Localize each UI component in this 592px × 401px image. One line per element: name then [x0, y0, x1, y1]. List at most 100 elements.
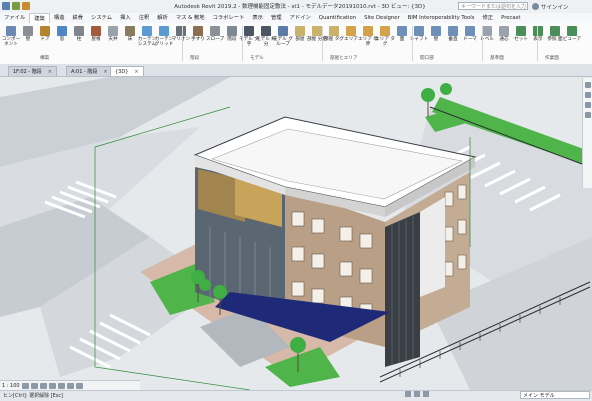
visual-style-icon[interactable]	[30, 382, 38, 389]
ribbon-panel-label: 基準面	[490, 56, 504, 61]
tool-icon	[397, 26, 407, 36]
status-text: ヒン[Ctrl]: 選択解除 [Esc]	[3, 393, 64, 399]
view-control-bar: 1 : 100	[0, 380, 140, 390]
ribbon-tab[interactable]: Site Designer	[360, 13, 404, 23]
ribbon-panel-label: モデル	[250, 56, 264, 61]
user-icon	[532, 3, 539, 10]
worksets-icon[interactable]	[405, 391, 411, 397]
active-model-selector[interactable]: メイン モデル	[520, 391, 590, 399]
tool-icon	[23, 26, 33, 36]
ribbon-tab[interactable]: Precast	[497, 13, 524, 23]
view-tab[interactable]: A:01 - 階段 ×	[66, 66, 113, 76]
ribbon-tab[interactable]: 鉄骨	[68, 13, 87, 23]
ribbon-panel-label: 開口部	[420, 56, 434, 61]
view-tab-label: 1F:02 - 階段	[13, 69, 42, 75]
render-icon[interactable]	[57, 382, 65, 389]
sun-path-icon[interactable]	[39, 382, 47, 389]
view-tab[interactable]: {3D} ×	[110, 66, 144, 76]
tool-icon	[176, 26, 186, 36]
ribbon: コンポーネント壁ドア窓柱屋根 天井床カーテン システム カーテン グリッド マリオン手…	[0, 23, 592, 65]
tool-icon	[414, 26, 424, 36]
tool-icon	[227, 26, 237, 36]
ribbon-tab[interactable]: 挿入	[116, 13, 135, 23]
tool-icon	[465, 26, 475, 36]
tool-icon	[499, 26, 509, 36]
tool-icon	[431, 26, 441, 36]
tool-icon	[125, 26, 135, 36]
tool-icon	[40, 26, 50, 36]
ribbon-panel-label: 部屋とエリア	[330, 56, 358, 61]
ribbon-separator	[182, 26, 183, 61]
tool-icon	[108, 26, 118, 36]
ribbon-panel-label: 構築	[40, 56, 50, 61]
search-input[interactable]: キーワードまたは語句を入力	[458, 2, 528, 10]
ribbon-tab[interactable]: BIM Interoperability Tools	[404, 13, 479, 23]
tool-icon	[550, 26, 560, 36]
ribbon-separator	[537, 26, 538, 61]
ribbon-panel-label: 階段	[190, 56, 200, 61]
ribbon-tab[interactable]: 修正	[478, 13, 497, 23]
view-tab-bar: 1F:02 - 階段 × A:01 - 階段 × {3D} ×	[0, 64, 592, 77]
tool-icon	[142, 26, 152, 36]
hide-isolate-icon[interactable]	[75, 382, 83, 389]
tool-icon	[210, 26, 220, 36]
view-scale[interactable]: 1 : 100	[2, 383, 20, 389]
design-options-icon[interactable]	[414, 391, 420, 397]
ribbon-tab[interactable]: アドイン	[286, 13, 315, 23]
orbit-icon[interactable]	[585, 112, 591, 118]
3d-viewport[interactable]	[0, 77, 592, 390]
shadows-icon[interactable]	[48, 382, 56, 389]
tool-icon	[482, 26, 492, 36]
ribbon-tab[interactable]: コラボレート	[209, 13, 249, 23]
ribbon-tab[interactable]: 解析	[153, 13, 172, 23]
view-tab-label: {3D}	[115, 69, 129, 75]
ribbon-tab[interactable]: 注釈	[135, 13, 154, 23]
ribbon-tab[interactable]: 建築	[29, 12, 50, 24]
tool-icon	[567, 26, 577, 36]
quick-access-toolbar	[2, 2, 30, 11]
tool-icon	[159, 26, 169, 36]
navigation-bar[interactable]	[582, 78, 592, 188]
close-icon[interactable]: ×	[134, 69, 138, 75]
ribbon-separator	[412, 26, 413, 61]
ribbon-tab[interactable]: マス & 敷地	[172, 13, 209, 23]
status-controls	[405, 391, 429, 397]
view-tab-label: A:01 - 階段	[71, 69, 98, 75]
save-icon[interactable]	[12, 2, 20, 10]
undo-icon[interactable]	[22, 2, 30, 10]
filter-icon[interactable]	[423, 391, 429, 397]
ribbon-tool[interactable]: ビューア	[562, 25, 582, 55]
pan-icon[interactable]	[585, 102, 591, 108]
tool-icon	[57, 26, 67, 36]
ribbon-tab[interactable]: ファイル	[0, 13, 29, 23]
ribbon-tab[interactable]: 表示	[248, 13, 267, 23]
ribbon-tab[interactable]: 構造	[50, 13, 69, 23]
tool-icon	[261, 26, 271, 36]
tool-icon	[295, 26, 305, 36]
tool-icon	[278, 26, 288, 36]
tool-icon	[74, 26, 84, 36]
close-icon[interactable]: ×	[48, 69, 52, 75]
ribbon-tab[interactable]: システム	[87, 13, 116, 23]
ribbon-tab[interactable]: Quantification	[315, 13, 360, 23]
tool-icon	[533, 26, 543, 36]
ribbon-separator	[322, 26, 323, 61]
sign-in[interactable]: サインイン	[532, 2, 592, 11]
tool-icon	[329, 26, 339, 36]
window-title: Autodesk Revit 2019.2 - 数理機能固定敷法 - st1 -…	[174, 4, 426, 10]
detail-level-icon[interactable]	[21, 382, 29, 389]
close-icon[interactable]: ×	[103, 69, 107, 75]
3d-model-view[interactable]	[0, 77, 592, 390]
crop-icon[interactable]	[66, 382, 74, 389]
tool-label: ビューア	[562, 37, 582, 42]
sign-in-label: サインイン	[541, 4, 569, 11]
tool-icon	[91, 26, 101, 36]
ribbon-separator	[242, 26, 243, 61]
open-icon[interactable]	[2, 2, 10, 10]
steering-wheel-icon[interactable]	[585, 82, 591, 88]
tool-icon	[346, 26, 356, 36]
view-tab[interactable]: 1F:02 - 階段 ×	[8, 66, 57, 76]
ribbon-tab[interactable]: 管理	[267, 13, 286, 23]
ribbon-tab-bar: ファイル 建築 構造 鉄骨 システム 挿入 注釈 解析 マス & 敷地 コラボレート 表示 管理 アドイ…	[0, 12, 592, 24]
zoom-icon[interactable]	[585, 92, 591, 98]
